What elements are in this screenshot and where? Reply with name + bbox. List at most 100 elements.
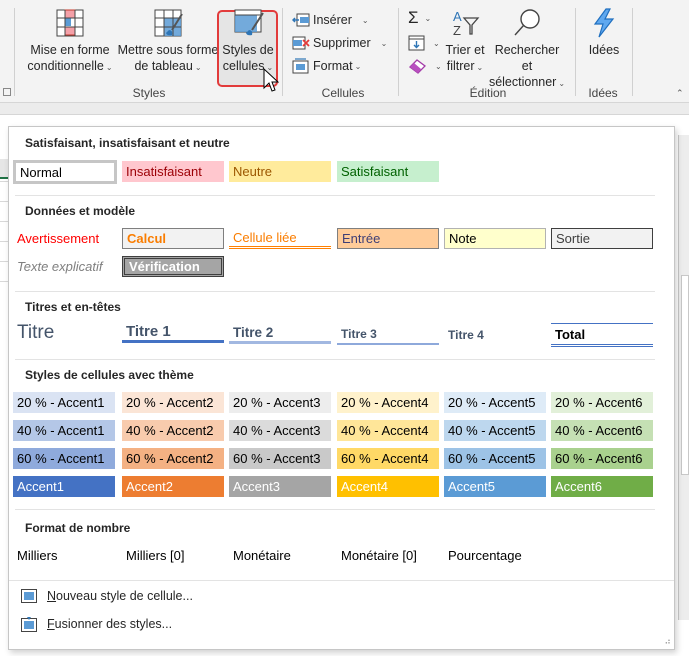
delete-label: Supprimer (313, 36, 371, 50)
sum-icon: Σ (408, 8, 419, 27)
style-40-accent6[interactable]: 40 % - Accent6 (551, 420, 653, 441)
style-comma-0[interactable]: Milliers [0] (122, 545, 224, 566)
style-40-accent1[interactable]: 40 % - Accent1 (13, 420, 115, 441)
style-heading-4[interactable]: Titre 4 (444, 324, 546, 345)
section-divider (15, 291, 655, 292)
style-accent1[interactable]: Accent1 (13, 476, 115, 497)
scrollbar-thumb[interactable] (681, 275, 689, 475)
format-cells-icon (292, 58, 309, 74)
section-title-titles-headings: Titres et en-têtes (25, 300, 121, 314)
chevron-down-icon: ⌄ (476, 63, 484, 72)
insert-button[interactable]: Insérer ⌄ (292, 10, 369, 30)
dialog-launcher-icon[interactable] (3, 88, 11, 96)
style-warning-text[interactable]: Avertissement (13, 228, 115, 249)
style-calculation[interactable]: Calcul (122, 228, 224, 249)
style-good[interactable]: Satisfaisant (337, 161, 439, 182)
style-heading-3[interactable]: Titre 3 (337, 324, 439, 345)
section-title-number-format: Format de nombre (25, 521, 131, 535)
style-20-accent1[interactable]: 20 % - Accent1 (13, 392, 115, 413)
cell-styles-gallery: Satisfaisant, insatisfaisant et neutre N… (8, 126, 675, 650)
clear-button[interactable]: ⌄ (408, 56, 442, 76)
style-accent5[interactable]: Accent5 (444, 476, 546, 497)
sort-filter-icon: A Z (453, 9, 480, 38)
style-note[interactable]: Note (444, 228, 546, 249)
section-divider (15, 359, 655, 360)
cell-styles-label-1: Styles de (222, 43, 274, 57)
style-20-accent2[interactable]: 20 % - Accent2 (122, 392, 224, 413)
format-as-table-label-2: de tableau (134, 59, 193, 73)
styles-group-label: Styles (132, 86, 166, 100)
style-linked-cell[interactable]: Cellule liée (229, 228, 331, 249)
style-20-accent5[interactable]: 20 % - Accent5 (444, 392, 546, 413)
new-style-icon (21, 589, 37, 603)
lightning-icon (593, 8, 615, 38)
chevron-down-icon: ⌄ (194, 63, 202, 72)
ribbon-separator (632, 8, 633, 96)
new-cell-style-command[interactable]: Nouveau style de cellule... (21, 585, 193, 607)
chevron-down-icon: ⌄ (435, 61, 442, 71)
format-as-table-button[interactable]: Mettre sous forme de tableau ⌄ (116, 8, 220, 76)
ideas-button[interactable]: Idées (582, 8, 626, 58)
merge-styles-icon (21, 616, 37, 632)
style-currency[interactable]: Monétaire (229, 545, 331, 566)
chevron-down-icon: ⌄ (354, 61, 362, 71)
style-60-accent1[interactable]: 60 % - Accent1 (13, 448, 115, 469)
style-20-accent3[interactable]: 20 % - Accent3 (229, 392, 331, 413)
style-20-accent4[interactable]: 20 % - Accent4 (337, 392, 439, 413)
style-20-accent6[interactable]: 20 % - Accent6 (551, 392, 653, 413)
cell-styles-icon (234, 9, 264, 36)
merge-styles-command[interactable]: Fusionner des styles... (21, 613, 172, 635)
sort-filter-button[interactable]: A Z Trier et filtrer ⌄ (442, 8, 488, 76)
delete-button[interactable]: Supprimer ⌄ (292, 33, 387, 53)
style-accent6[interactable]: Accent6 (551, 476, 653, 497)
style-60-accent6[interactable]: 60 % - Accent6 (551, 448, 653, 469)
ribbon: Mise en forme conditionnelle ⌄ Mettre sou… (0, 0, 689, 103)
cell-styles-button[interactable]: Styles de cellules ⌄ (218, 8, 278, 76)
autosum-button[interactable]: Σ ⌄ (408, 8, 431, 28)
style-total[interactable]: Total (551, 323, 653, 347)
style-currency-0[interactable]: Monétaire [0] (337, 545, 439, 566)
collapse-ribbon-icon[interactable]: ⌃ (676, 88, 684, 99)
style-heading-2[interactable]: Titre 2 (229, 323, 331, 344)
style-accent2[interactable]: Accent2 (122, 476, 224, 497)
style-heading-1[interactable]: Titre 1 (122, 322, 224, 343)
style-accent4[interactable]: Accent4 (337, 476, 439, 497)
resize-grip-icon[interactable]: ⠴ (664, 636, 671, 647)
style-60-accent5[interactable]: 60 % - Accent5 (444, 448, 546, 469)
ribbon-separator (398, 8, 399, 96)
fill-button[interactable]: ⌄ (408, 33, 440, 53)
svg-text:A: A (453, 9, 462, 24)
svg-text:Z: Z (453, 23, 461, 38)
ribbon-separator (282, 8, 283, 96)
style-check-cell[interactable]: Vérification (122, 256, 224, 277)
style-60-accent3[interactable]: 60 % - Accent3 (229, 448, 331, 469)
format-as-table-icon (154, 9, 183, 37)
style-explanatory-text[interactable]: Texte explicatif (13, 256, 115, 277)
style-input[interactable]: Entrée (337, 228, 439, 249)
style-40-accent3[interactable]: 40 % - Accent3 (229, 420, 331, 441)
section-title-data-model: Données et modèle (25, 204, 136, 218)
style-normal[interactable]: Normal (13, 160, 117, 184)
chevron-down-icon: ⌄ (380, 38, 388, 48)
section-divider (9, 580, 674, 581)
style-accent3[interactable]: Accent3 (229, 476, 331, 497)
style-percent[interactable]: Pourcentage (444, 545, 546, 566)
style-comma[interactable]: Milliers (13, 545, 115, 566)
ideas-group-label: Idées (588, 86, 618, 100)
style-40-accent4[interactable]: 40 % - Accent4 (337, 420, 439, 441)
style-60-accent2[interactable]: 60 % - Accent2 (122, 448, 224, 469)
style-title[interactable]: Titre (15, 320, 117, 346)
find-select-button[interactable]: Rechercher et sélectionner ⌄ (488, 8, 566, 92)
style-40-accent5[interactable]: 40 % - Accent5 (444, 420, 546, 441)
style-40-accent2[interactable]: 40 % - Accent2 (122, 420, 224, 441)
format-button[interactable]: Format ⌄ (292, 56, 361, 76)
style-output[interactable]: Sortie (551, 228, 653, 249)
format-as-table-label-1: Mettre sous forme (117, 43, 219, 57)
style-60-accent4[interactable]: 60 % - Accent4 (337, 448, 439, 469)
style-neutral[interactable]: Neutre (229, 161, 331, 182)
style-bad[interactable]: Insatisfaisant (122, 161, 224, 182)
chevron-down-icon: ⌄ (424, 13, 432, 23)
conditional-formatting-button[interactable]: Mise en forme conditionnelle ⌄ (22, 8, 118, 76)
ideas-button-label: Idées (588, 43, 620, 57)
sort-filter-label-1: Trier et (445, 43, 485, 57)
